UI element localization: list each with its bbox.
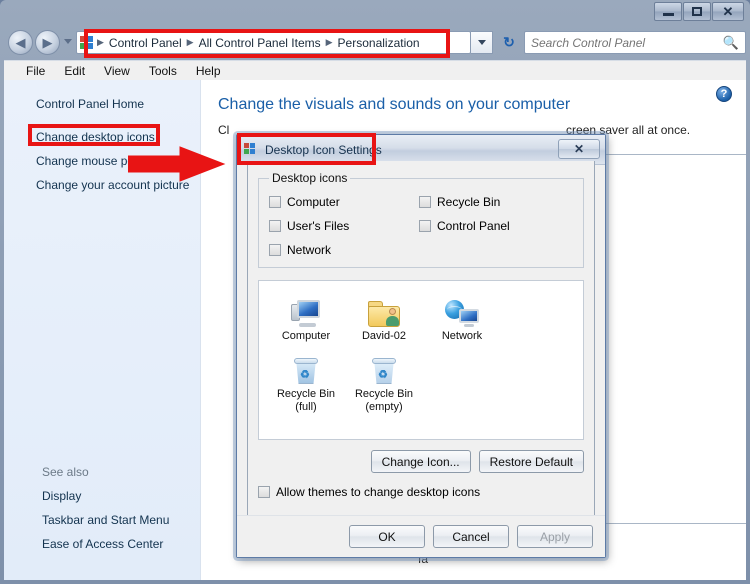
sidebar-item-display[interactable]: Display <box>4 484 201 508</box>
back-button[interactable]: ◀ <box>8 30 33 55</box>
search-box[interactable]: 🔍 <box>524 31 746 54</box>
close-icon: ✕ <box>573 141 585 156</box>
sidebar-item-ease-of-access[interactable]: Ease of Access Center <box>4 532 201 556</box>
checkbox-box-icon[interactable] <box>419 196 431 208</box>
checkbox-box-icon[interactable] <box>258 486 270 498</box>
checkbox-label: Control Panel <box>437 219 510 233</box>
checkbox-allow-themes[interactable]: Allow themes to change desktop icons <box>258 485 584 499</box>
tab-page-desktop-icons: Desktop icons Computer Recycle Bin User'… <box>247 161 595 551</box>
menu-tools[interactable]: Tools <box>141 62 185 80</box>
group-legend: Desktop icons <box>272 171 348 185</box>
breadcrumb: ▶ Control Panel ▶ All Control Panel Item… <box>97 35 422 51</box>
desktop-icon-settings-dialog: Desktop Icon Settings ✕ Desktop Icons De… <box>236 134 606 558</box>
preview-item-network[interactable]: Network <box>423 291 501 343</box>
preview-label: David-02 <box>361 330 407 342</box>
menu-edit[interactable]: Edit <box>56 62 93 80</box>
sidebar-item-control-panel-home[interactable]: Control Panel Home <box>4 92 200 125</box>
checkbox-control-panel[interactable]: Control Panel <box>419 219 573 233</box>
address-bar: ◀ ▶ ▶ Control Panel ▶ All Control Panel … <box>4 28 746 58</box>
see-also-label: See also <box>42 465 89 479</box>
checkbox-label: Allow themes to change desktop icons <box>276 485 481 499</box>
checkbox-box-icon[interactable] <box>269 196 281 208</box>
checkbox-label: User's Files <box>287 219 350 233</box>
checkbox-box-icon[interactable] <box>419 220 431 232</box>
maximize-button[interactable] <box>683 2 711 21</box>
back-arrow-icon: ◀ <box>15 34 26 50</box>
maximize-icon <box>692 7 702 16</box>
network-icon <box>423 291 501 327</box>
checkbox-users-files[interactable]: User's Files <box>269 219 419 233</box>
sidebar-item-taskbar-start-menu[interactable]: Taskbar and Start Menu <box>4 508 201 532</box>
subtitle-left-fragment: Cl <box>218 123 230 137</box>
dialog-footer: OK Cancel Apply <box>237 515 605 557</box>
breadcrumb-separator[interactable]: ▶ <box>187 37 194 48</box>
preview-label: Network <box>441 330 483 342</box>
address-breadcrumb-box[interactable]: ▶ Control Panel ▶ All Control Panel Item… <box>76 31 471 54</box>
checkbox-box-icon[interactable] <box>269 244 281 256</box>
user-folder-icon <box>345 291 423 327</box>
close-button[interactable]: ✕ <box>712 2 744 21</box>
checkbox-label: Recycle Bin <box>437 195 501 209</box>
window-titlebar: ✕ <box>0 0 750 26</box>
breadcrumb-separator[interactable]: ▶ <box>97 37 104 48</box>
preview-item-user-folder[interactable]: David-02 <box>345 291 423 343</box>
change-icon-button[interactable]: Change Icon... <box>370 450 471 473</box>
refresh-button[interactable]: ↻ <box>497 31 521 54</box>
minimize-icon <box>662 13 674 16</box>
breadcrumb-personalization[interactable]: Personalization <box>336 35 422 51</box>
restore-default-button[interactable]: Restore Default <box>478 450 584 473</box>
chevron-down-icon <box>477 40 486 45</box>
checkbox-grid: Computer Recycle Bin User's Files Contro… <box>269 195 573 257</box>
search-icon: 🔍 <box>722 34 739 50</box>
icon-action-buttons: Change Icon... Restore Default <box>258 450 584 473</box>
menu-file[interactable]: File <box>18 62 53 80</box>
recent-pages-chevron-icon[interactable] <box>64 39 72 44</box>
forward-button[interactable]: ▶ <box>35 30 60 55</box>
control-panel-icon <box>80 35 95 50</box>
checkbox-computer[interactable]: Computer <box>269 195 419 209</box>
preview-item-recycle-bin-empty[interactable]: ♻ Recycle Bin (empty) <box>345 349 423 414</box>
menu-help[interactable]: Help <box>188 62 229 80</box>
dialog-title: Desktop Icon Settings <box>265 142 382 157</box>
checkbox-label: Network <box>287 243 332 257</box>
preview-item-recycle-bin-full[interactable]: ♻ Recycle Bin (full) <box>267 349 345 414</box>
annotation-arrow <box>128 146 226 182</box>
apply-button: Apply <box>517 525 593 548</box>
computer-icon <box>267 291 345 327</box>
refresh-icon: ↻ <box>503 34 515 50</box>
minimize-button[interactable] <box>654 2 682 21</box>
preview-label: Computer <box>281 330 331 342</box>
menu-bar: File Edit View Tools Help <box>4 60 746 80</box>
breadcrumb-all-items[interactable]: All Control Panel Items <box>197 35 323 51</box>
address-dropdown-button[interactable] <box>471 31 493 54</box>
preview-label: Recycle Bin (empty) <box>354 388 414 413</box>
help-icon[interactable]: ? <box>716 86 732 102</box>
preview-item-computer[interactable]: Computer <box>267 291 345 343</box>
control-panel-window: ✕ ◀ ▶ ▶ Control Panel ▶ All Control Pane… <box>0 0 750 584</box>
recycle-bin-full-icon: ♻ <box>267 349 345 385</box>
recycle-bin-empty-icon: ♻ <box>345 349 423 385</box>
checkbox-network[interactable]: Network <box>269 243 419 257</box>
search-input[interactable] <box>531 35 723 50</box>
window-controls: ✕ <box>654 2 744 21</box>
preview-label: Recycle Bin (full) <box>276 388 336 413</box>
icon-preview-pane: Computer David-02 Network ♻ Recycle Bin … <box>258 280 584 440</box>
checkbox-label: Computer <box>287 195 340 209</box>
desktop-icons-group: Desktop icons Computer Recycle Bin User'… <box>258 171 584 268</box>
see-also-section: See also Display Taskbar and Start Menu … <box>4 460 201 556</box>
close-icon: ✕ <box>722 3 734 19</box>
checkbox-recycle-bin[interactable]: Recycle Bin <box>419 195 573 209</box>
forward-arrow-icon: ▶ <box>42 34 53 50</box>
ok-button[interactable]: OK <box>349 525 425 548</box>
page-title: Change the visuals and sounds on your co… <box>218 96 571 113</box>
menu-view[interactable]: View <box>96 62 138 80</box>
screenshot-root: ✕ ◀ ▶ ▶ Control Panel ▶ All Control Pane… <box>0 0 750 584</box>
breadcrumb-separator[interactable]: ▶ <box>326 37 333 48</box>
checkbox-box-icon[interactable] <box>269 220 281 232</box>
dialog-close-button[interactable]: ✕ <box>558 139 600 159</box>
personalization-icon <box>244 143 258 156</box>
cancel-button[interactable]: Cancel <box>433 525 509 548</box>
breadcrumb-control-panel[interactable]: Control Panel <box>107 35 184 51</box>
